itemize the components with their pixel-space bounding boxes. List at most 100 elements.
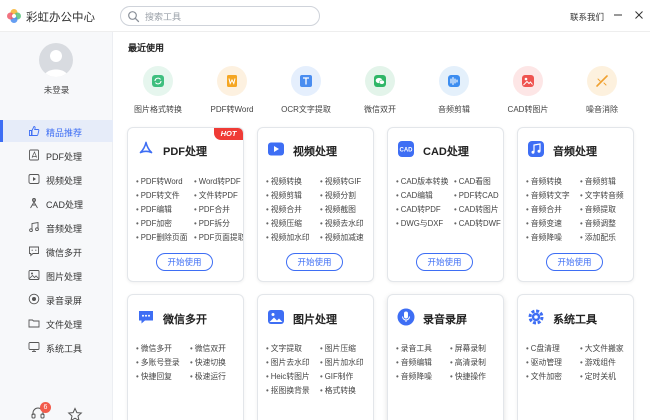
feature-item[interactable]: CAD转DWF bbox=[454, 218, 501, 229]
feature-item[interactable]: 文字提取 bbox=[266, 343, 302, 354]
feature-item[interactable]: 音频降噪 bbox=[396, 371, 432, 382]
feature-item[interactable]: PDF转文件 bbox=[136, 190, 180, 201]
feature-item[interactable]: PDF拆分 bbox=[194, 218, 230, 229]
feature-item[interactable]: 极速运行 bbox=[190, 371, 226, 382]
feature-item[interactable]: 视频分割 bbox=[320, 190, 356, 201]
feature-item[interactable]: 音频合并 bbox=[526, 204, 562, 215]
feature-item[interactable]: PDF页面提取 bbox=[194, 232, 243, 243]
sidebar-item-image[interactable]: 图片处理 bbox=[0, 264, 113, 286]
start-button[interactable]: 开始使用 bbox=[156, 253, 213, 271]
feature-item[interactable]: 音频转换 bbox=[526, 176, 562, 187]
recent-item-audio-cut[interactable]: 音频剪辑 bbox=[412, 66, 496, 118]
feature-item[interactable]: DWG与DXF bbox=[396, 218, 443, 229]
feature-item[interactable]: 微信双开 bbox=[190, 343, 226, 354]
feature-item[interactable]: 录音工具 bbox=[396, 343, 432, 354]
feature-item[interactable]: 视频去水印 bbox=[320, 218, 364, 229]
sidebar-item-file[interactable]: 文件处理 bbox=[0, 312, 113, 334]
sidebar-item-record[interactable]: 录音录屏 bbox=[0, 288, 113, 310]
start-button[interactable]: 开始使用 bbox=[286, 253, 343, 271]
feature-item[interactable]: 视频加减速 bbox=[320, 232, 364, 243]
feature-item[interactable]: Word转PDF bbox=[194, 176, 241, 187]
image-card[interactable]: 图片处理 文字提取 图片压缩 图片去水印 图片加水印 Heic转图片 GIF制作… bbox=[257, 294, 374, 420]
feature-item[interactable]: 文字转音频 bbox=[580, 190, 624, 201]
feature-item[interactable]: CAD编辑 bbox=[396, 190, 433, 201]
search-input[interactable] bbox=[145, 9, 313, 24]
feature-item[interactable]: PDF转CAD bbox=[454, 190, 499, 201]
feature-item[interactable]: C盘清理 bbox=[526, 343, 560, 354]
feature-item[interactable]: GIF制作 bbox=[320, 371, 354, 382]
feature-item[interactable]: 图片去水印 bbox=[266, 357, 310, 368]
sidebar-item-pdf[interactable]: PDF处理 bbox=[0, 144, 113, 166]
feature-item[interactable]: 视频压缩 bbox=[266, 218, 302, 229]
feature-item[interactable]: Heic转图片 bbox=[266, 371, 310, 382]
feature-item[interactable]: 屏幕录制 bbox=[450, 343, 486, 354]
feature-item[interactable]: 高清录制 bbox=[450, 357, 486, 368]
feature-item[interactable]: 视频加水印 bbox=[266, 232, 310, 243]
record-card[interactable]: 录音录屏 录音工具 屏幕录制 音频编辑 高清录制 音频降噪 快捷操作 bbox=[387, 294, 504, 420]
wechat-card[interactable]: 微信多开 微信多开 微信双开 多账号登录 快速切换 快捷回复 极速运行 bbox=[127, 294, 244, 420]
feature-item[interactable]: 音频剪辑 bbox=[580, 176, 616, 187]
feature-item[interactable]: 文件转PDF bbox=[194, 190, 238, 201]
feature-item[interactable]: 驱动管理 bbox=[526, 357, 562, 368]
feature-item[interactable]: 视频转GIF bbox=[320, 176, 361, 187]
feature-item[interactable]: 音频提取 bbox=[580, 204, 616, 215]
audio-card[interactable]: 音频处理 音频转换 音频剪辑 音频转文字 文字转音频 音频合并 音频提取 音频变… bbox=[517, 127, 634, 282]
recent-item-pdf-to-word[interactable]: PDF转Word bbox=[190, 66, 274, 118]
feature-item[interactable]: 图片压缩 bbox=[320, 343, 356, 354]
avatar[interactable] bbox=[39, 43, 73, 77]
recent-item-cad-to-image[interactable]: CAD转图片 bbox=[486, 66, 570, 118]
cad-card[interactable]: CAD CAD处理 CAD版本转换 CAD看图 CAD编辑 PDF转CAD CA… bbox=[387, 127, 504, 282]
feature-item[interactable]: 视频剪辑 bbox=[266, 190, 302, 201]
recent-item-image-convert[interactable]: 图片格式转换 bbox=[116, 66, 200, 118]
sidebar-item-recommended[interactable]: 精品推荐 bbox=[0, 120, 113, 142]
recent-item-noise-removal[interactable]: 噪音消除 bbox=[560, 66, 644, 118]
feature-item[interactable]: 抠图换背景 bbox=[266, 385, 310, 396]
feature-item[interactable]: CAD转图片 bbox=[454, 204, 499, 215]
sidebar-item-wechat[interactable]: 微信多开 bbox=[0, 240, 113, 262]
feature-item[interactable]: 微信多开 bbox=[136, 343, 172, 354]
close-icon[interactable] bbox=[632, 8, 646, 22]
feature-item[interactable]: 视频转换 bbox=[266, 176, 302, 187]
feature-item[interactable]: 快速切换 bbox=[190, 357, 226, 368]
feature-item[interactable]: 音频调整 bbox=[580, 218, 616, 229]
feature-item[interactable]: 快捷回复 bbox=[136, 371, 172, 382]
feature-item[interactable]: 音频降噪 bbox=[526, 232, 562, 243]
feature-item[interactable]: PDF编辑 bbox=[136, 204, 172, 215]
feature-item[interactable]: 图片加水印 bbox=[320, 357, 364, 368]
feature-item[interactable]: CAD转PDF bbox=[396, 204, 441, 215]
sidebar-item-cad[interactable]: CAD处理 bbox=[0, 192, 113, 214]
sidebar-item-system[interactable]: 系统工具 bbox=[0, 336, 113, 358]
feature-item[interactable]: CAD版本转换 bbox=[396, 176, 449, 187]
start-button[interactable]: 开始使用 bbox=[546, 253, 603, 271]
feature-item[interactable]: 游戏组件 bbox=[580, 357, 616, 368]
feature-item[interactable]: 文件加密 bbox=[526, 371, 562, 382]
recent-item-wechat-dual[interactable]: 微信双开 bbox=[338, 66, 422, 118]
feature-item[interactable]: 音频变速 bbox=[526, 218, 562, 229]
feature-item[interactable]: 格式转换 bbox=[320, 385, 356, 396]
search-box[interactable] bbox=[120, 6, 320, 26]
feature-item[interactable]: PDF合并 bbox=[194, 204, 230, 215]
sidebar-item-audio[interactable]: 音频处理 bbox=[0, 216, 113, 238]
contact-us-link[interactable]: 联系我们 bbox=[570, 11, 604, 23]
feature-item[interactable]: 视频截图 bbox=[320, 204, 356, 215]
pdf-card[interactable]: PDF处理 HOT PDF转Word Word转PDF PDF转文件 文件转PD… bbox=[127, 127, 244, 282]
feature-item[interactable]: CAD看图 bbox=[454, 176, 491, 187]
start-button[interactable]: 开始使用 bbox=[416, 253, 473, 271]
feature-item[interactable]: 定时关机 bbox=[580, 371, 616, 382]
feature-item[interactable]: 添加配乐 bbox=[580, 232, 616, 243]
feature-item[interactable]: 快捷操作 bbox=[450, 371, 486, 382]
star-icon[interactable] bbox=[67, 407, 83, 420]
feature-item[interactable]: PDF删除页面 bbox=[136, 232, 188, 243]
sidebar-item-video[interactable]: 视频处理 bbox=[0, 168, 113, 190]
feature-item[interactable]: PDF加密 bbox=[136, 218, 172, 229]
feature-item[interactable]: 多账号登录 bbox=[136, 357, 180, 368]
minimize-icon[interactable] bbox=[611, 8, 625, 22]
feature-item[interactable]: 音频编辑 bbox=[396, 357, 432, 368]
feature-item[interactable]: 音频转文字 bbox=[526, 190, 570, 201]
video-card[interactable]: 视频处理 视频转换 视频转GIF 视频剪辑 视频分割 视频合并 视频截图 视频压… bbox=[257, 127, 374, 282]
recent-item-ocr[interactable]: OCR文字提取 bbox=[264, 66, 348, 118]
login-status[interactable]: 未登录 bbox=[0, 84, 113, 96]
feature-item[interactable]: 大文件搬家 bbox=[580, 343, 624, 354]
feature-item[interactable]: PDF转Word bbox=[136, 176, 183, 187]
system-card[interactable]: 系统工具 C盘清理 大文件搬家 驱动管理 游戏组件 文件加密 定时关机 bbox=[517, 294, 634, 420]
